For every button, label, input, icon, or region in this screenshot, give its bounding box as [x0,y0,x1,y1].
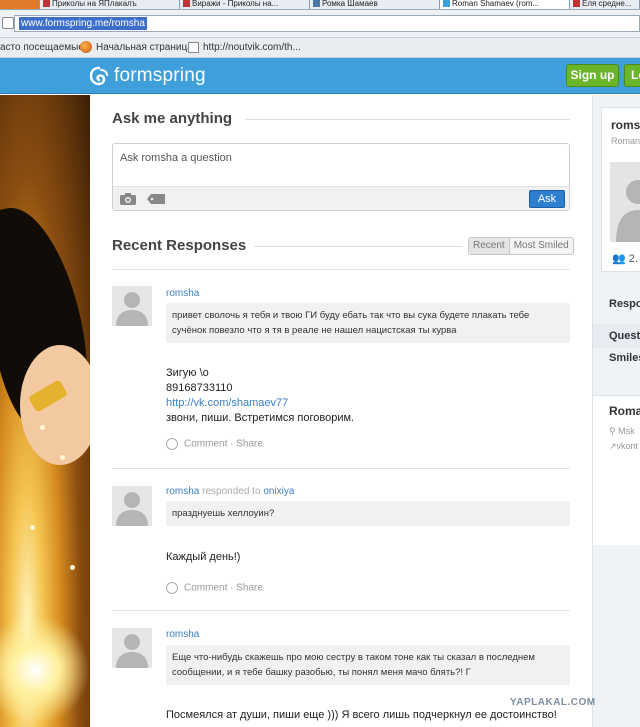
response-actions: Comment · Share [166,582,263,594]
divider [254,246,462,247]
response-divider [112,468,570,469]
site-logo[interactable]: formspring [114,65,206,87]
camera-icon[interactable] [120,193,136,205]
default-avatar-icon [112,486,152,526]
browser-tab[interactable]: Приколы на ЯПлакалъ [40,0,180,9]
about-name: Roma [609,404,640,418]
ask-button[interactable]: Ask [529,190,565,208]
sidebar-tab-smiles[interactable]: Smiles [593,352,640,364]
profile-about: Roma ⚲ Msk ↗vkont [593,395,640,545]
response-username: romsha responded to onixiya [166,486,295,497]
response-question: Еще что-нибудь скажешь про мою сестру в … [166,645,570,685]
profile-sidebar: romsha Roman 👥 2. Respo Quest Smiles Rom… [592,95,640,727]
response-answer: Каждый день!) [166,551,241,563]
response-question: привет сволочь я тебя и твою ГИ буду еба… [166,303,570,343]
site-identity-icon[interactable] [2,17,14,29]
external-link-icon: ↗ [609,441,617,451]
browser-tab-menu[interactable] [0,0,40,9]
response-answer: Посмеялся ат души, пиши еще ))) Я всего … [166,709,557,721]
formspring-favicon-icon [443,0,450,8]
default-avatar-icon [610,162,640,242]
yaplakal-favicon-icon [573,0,580,8]
comment-link[interactable]: Comment [184,439,227,450]
response-answer: Зигую \o 89168733110 http://vk.com/shama… [166,366,570,426]
vk-favicon-icon [313,0,320,8]
smile-icon[interactable] [166,582,178,594]
bookmark-noutvik[interactable]: http://noutvik.com/th... [188,38,301,58]
comment-link[interactable]: Comment [184,583,227,594]
follower-count: 👥 2. [612,253,638,265]
profile-website[interactable]: ↗vkont [609,441,638,452]
responded-to-user[interactable]: onixiya [263,486,294,497]
browser-tab[interactable]: Еля средне... [570,0,640,9]
sidebar-tab-responses[interactable]: Respo [593,298,640,310]
ask-title: Ask me anything [112,110,233,127]
profile-fullname: Roman [611,136,640,146]
signup-button[interactable]: Sign up [566,64,619,87]
bookmarks-bar: асто посещаемые Начальная страница http:… [0,38,640,58]
background-artwork [0,95,90,727]
url-input[interactable]: www.formspring.me/romsha [14,15,640,32]
sidebar-tab-questions[interactable]: Quest [593,324,640,348]
filter-recent[interactable]: Recent [469,238,510,254]
question-input[interactable]: Ask romsha a question [120,152,232,164]
response-question: празднуешь хеллоуин? [166,501,570,526]
default-avatar-icon [112,286,152,326]
formspring-logo-icon[interactable] [89,66,109,86]
browser-tab[interactable]: Ромка Шамаев [310,0,440,9]
people-icon: 👥 [612,253,626,265]
recent-responses-title: Recent Responses [112,237,247,254]
login-button[interactable]: Lo [624,64,640,87]
avatar[interactable] [112,628,152,668]
ask-form: Ask romsha a question Ask [112,143,570,211]
address-bar: www.formspring.me/romsha [0,10,640,38]
browser-tab-strip: Приколы на ЯПлакалъ Виражи - Приколы на.… [0,0,640,10]
browser-tab-active[interactable]: Roman Shamaev (rom... [440,0,570,9]
main-column: Ask me anything Ask romsha a question As… [90,95,592,727]
profile-card: romsha Roman 👥 2. [601,107,640,272]
answer-link[interactable]: http://vk.com/shamaev77 [166,396,570,411]
watermark: YAPLAKAL.COM [510,697,596,708]
firefox-icon [80,41,92,54]
profile-name: romsha [611,118,640,132]
divider [245,119,570,120]
ask-toolbar: Ask [113,186,569,210]
response-username[interactable]: romsha [166,288,199,299]
smile-icon[interactable] [166,438,178,450]
site-header: formspring Sign up Lo [0,58,640,94]
browser-tab[interactable]: Виражи - Приколы на... [180,0,310,9]
yaplakal-favicon-icon [43,0,50,8]
response-actions: Comment · Share [166,438,263,450]
avatar[interactable] [112,486,152,526]
response-username[interactable]: romsha [166,629,199,640]
share-link[interactable]: Share [236,439,263,450]
filter-most-smiled[interactable]: Most Smiled [510,238,573,254]
bookmark-most-visited[interactable]: асто посещаемые [0,38,84,58]
yaplakal-favicon-icon [183,0,190,8]
response-divider [112,610,570,611]
profile-location: ⚲ Msk [609,426,635,436]
location-pin-icon: ⚲ [609,426,616,436]
response-divider [112,269,570,270]
bookmark-home[interactable]: Начальная страница [80,38,193,58]
default-avatar-icon [112,628,152,668]
url-text: www.formspring.me/romsha [19,17,147,30]
share-link[interactable]: Share [236,583,263,594]
page-icon [188,41,199,53]
avatar[interactable] [112,286,152,326]
response-filter: Recent Most Smiled [468,237,574,255]
profile-avatar [610,162,640,242]
tag-icon[interactable] [147,194,165,204]
